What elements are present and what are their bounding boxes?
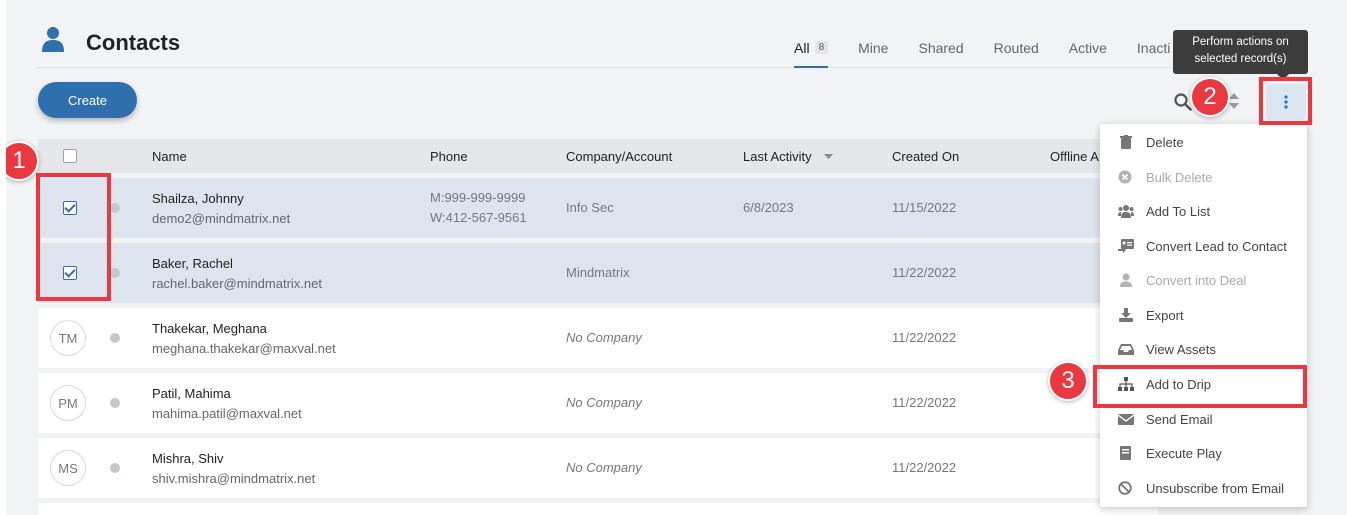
table-row[interactable]: Baker, Rachel rachel.baker@mindmatrix.ne… [38, 243, 1158, 303]
contact-email: mahima.patil@maxval.net [152, 406, 302, 421]
contact-company: No Company [566, 460, 642, 475]
trash-icon [1120, 135, 1132, 149]
menu-item-label: Export [1146, 307, 1184, 323]
menu-item-convert-deal[interactable]: Convert into Deal [1100, 263, 1307, 297]
avatar: PM [50, 385, 86, 421]
tab-shared[interactable]: Shared [918, 40, 963, 68]
contact-company: Mindmatrix [566, 265, 630, 280]
bulk-actions-menu: Delete Bulk Delete Add To List Convert L… [1100, 124, 1307, 507]
actions-tooltip: Perform actions on selected record(s) [1173, 30, 1308, 80]
tooltip-line-1: Perform actions on [1192, 36, 1289, 48]
menu-item-view-assets[interactable]: View Assets [1100, 332, 1307, 366]
col-last-activity[interactable]: Last Activity [743, 149, 812, 164]
highlight-more-button [1259, 77, 1312, 125]
contact-email: meghana.thakekar@maxval.net [152, 341, 336, 356]
step-1-badge: 1 [6, 141, 39, 181]
step-3-badge: 3 [1048, 361, 1088, 401]
contact-company: Info Sec [566, 200, 614, 215]
menu-item-convert-lead[interactable]: Convert Lead to Contact [1100, 229, 1307, 263]
contact-last-activity: 6/8/2023 [743, 200, 794, 215]
contact-company: No Company [566, 330, 642, 345]
tab-all[interactable]: All 8 [794, 40, 829, 68]
tab-routed[interactable]: Routed [994, 40, 1039, 68]
convert-icon [1118, 239, 1134, 253]
menu-item-add-to-list[interactable]: Add To List [1100, 194, 1307, 228]
select-all-checkbox[interactable] [63, 149, 77, 163]
inbox-icon [1118, 344, 1134, 355]
menu-item-label: Bulk Delete [1146, 169, 1213, 185]
user-icon [1120, 273, 1132, 287]
contact-created-on: 11/22/2022 [892, 265, 957, 280]
menu-item-label: View Assets [1146, 341, 1216, 357]
contact-created-on: 11/15/2022 [892, 200, 957, 215]
tooltip-line-2: selected record(s) [1194, 53, 1287, 65]
contact-phone-work: W:412-567-9561 [430, 210, 527, 225]
contact-name[interactable]: Baker, Rachel [152, 256, 233, 271]
table-row[interactable]: TM Thakekar, Meghana meghana.thakekar@ma… [38, 308, 1158, 368]
menu-item-delete[interactable]: Delete [1100, 125, 1307, 159]
highlight-add-to-drip [1093, 365, 1307, 408]
download-icon [1119, 308, 1133, 322]
menu-item-label: Convert Lead to Contact [1146, 238, 1287, 254]
table-row[interactable]: PM Patil, Mahima mahima.patil@maxval.net… [38, 373, 1158, 433]
menu-item-export[interactable]: Export [1100, 298, 1307, 332]
tab-inactive[interactable]: Inacti [1137, 40, 1170, 68]
highlight-checkboxes [36, 173, 111, 301]
tab-all-count-badge: 8 [814, 41, 829, 54]
avatar: MS [50, 450, 86, 486]
col-company[interactable]: Company/Account [566, 149, 672, 164]
contact-created-on: 11/22/2022 [892, 395, 957, 410]
create-button[interactable]: Create [38, 82, 137, 118]
contact-name[interactable]: Patil, Mahima [152, 386, 231, 401]
status-dot [110, 333, 120, 343]
table-header: Name Phone Company/Account Last Activity… [38, 139, 1158, 173]
table-row[interactable]: MS Mishra, Shiv shiv.mishra@mindmatrix.n… [38, 438, 1158, 498]
tab-mine[interactable]: Mine [858, 40, 888, 68]
col-offline[interactable]: Offline A [1050, 149, 1099, 164]
col-created-on[interactable]: Created On [892, 149, 959, 164]
step-2-badge: 2 [1190, 77, 1230, 117]
page-title: Contacts [86, 30, 181, 55]
sort-desc-icon [824, 154, 833, 159]
contact-email: demo2@mindmatrix.net [152, 211, 291, 226]
filter-tabs: All 8 Mine Shared Routed Active Inacti [794, 40, 1200, 68]
status-dot [110, 398, 120, 408]
contact-phone-mobile: M:999-999-9999 [430, 190, 526, 205]
col-name[interactable]: Name [152, 149, 187, 164]
menu-item-execute-play[interactable]: Execute Play [1100, 436, 1307, 470]
app-window: Contacts All 8 Mine Shared Routed Active… [6, 0, 1347, 515]
menu-item-label: Unsubscribe from Email [1146, 480, 1284, 496]
contact-email: rachel.baker@mindmatrix.net [152, 276, 322, 291]
col-phone[interactable]: Phone [430, 149, 468, 164]
tab-active[interactable]: Active [1069, 40, 1107, 68]
avatar: TM [50, 320, 86, 356]
contact-company: No Company [566, 395, 642, 410]
contact-name[interactable]: Thakekar, Meghana [152, 321, 267, 336]
users-icon [1118, 205, 1134, 218]
contact-name[interactable]: Shailza, Johnny [152, 191, 244, 206]
contacts-table: Name Phone Company/Account Last Activity… [38, 139, 1158, 515]
status-dot [110, 463, 120, 473]
contact-email: shiv.mishra@mindmatrix.net [152, 471, 316, 486]
table-row[interactable] [38, 503, 1158, 515]
times-circle-icon [1118, 170, 1132, 184]
menu-item-label: Execute Play [1146, 445, 1222, 461]
table-row[interactable]: Shailza, Johnny demo2@mindmatrix.net M:9… [38, 178, 1158, 238]
menu-item-bulk-delete[interactable]: Bulk Delete [1100, 160, 1307, 194]
menu-item-unsubscribe[interactable]: Unsubscribe from Email [1100, 471, 1307, 505]
ban-icon [1118, 481, 1132, 495]
book-icon [1120, 446, 1131, 460]
status-dot [110, 268, 120, 278]
person-icon [42, 27, 64, 52]
menu-item-label: Delete [1146, 134, 1184, 150]
status-dot [110, 203, 120, 213]
menu-item-label: Add To List [1146, 203, 1211, 219]
contact-name[interactable]: Mishra, Shiv [152, 451, 224, 466]
envelope-icon [1118, 414, 1134, 425]
menu-item-label: Convert into Deal [1146, 272, 1247, 288]
menu-item-label: Send Email [1146, 411, 1213, 427]
contact-created-on: 11/22/2022 [892, 330, 957, 345]
contact-created-on: 11/22/2022 [892, 460, 957, 475]
tab-all-label: All [794, 40, 810, 56]
